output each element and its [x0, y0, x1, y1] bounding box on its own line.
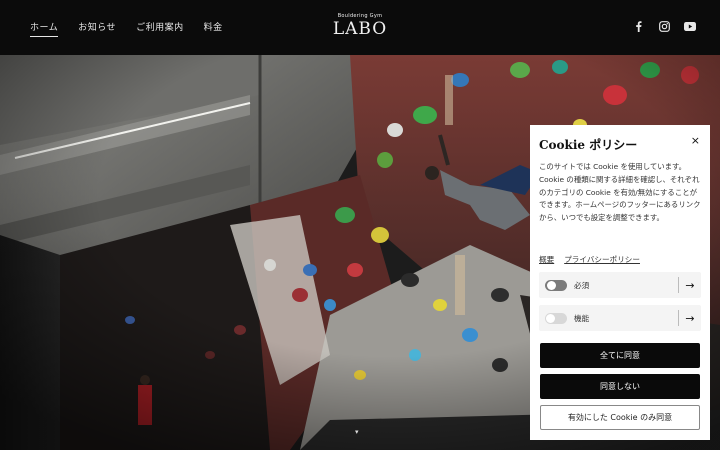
- reject-button[interactable]: 同意しない: [540, 374, 700, 399]
- youtube-icon[interactable]: [684, 20, 696, 32]
- accept-selected-button[interactable]: 有効にした Cookie のみ同意: [540, 405, 700, 430]
- social-links: [632, 20, 696, 32]
- cookie-category-required: 必須 →: [539, 272, 701, 298]
- site-logo[interactable]: Bouldering Gym LABO: [330, 13, 390, 38]
- nav-item-news[interactable]: お知らせ: [78, 20, 116, 37]
- required-toggle[interactable]: [545, 279, 567, 291]
- category-label: 機能: [574, 313, 590, 323]
- instagram-icon[interactable]: [658, 20, 670, 32]
- facebook-icon[interactable]: [632, 20, 644, 32]
- cookie-description: このサイトでは Cookie を使用しています。Cookie の種類に関する詳細…: [539, 162, 701, 223]
- cookie-category-functional: 機能 →: [539, 305, 701, 331]
- toggle-knob: [546, 313, 555, 323]
- privacy-policy-link[interactable]: プライバシーポリシー: [564, 254, 640, 265]
- nav-item-home[interactable]: ホーム: [30, 20, 59, 37]
- cookie-consent-panel: Cookie ポリシー × このサイトでは Cookie を使用しています。Co…: [530, 125, 710, 440]
- logo-title: LABO: [332, 19, 388, 39]
- site-header: ホーム お知らせ ご利用案内 料金 Bouldering Gym LABO: [0, 0, 720, 55]
- nav-item-guide[interactable]: ご利用案内: [136, 20, 184, 37]
- toggle-knob: [547, 280, 556, 290]
- functional-toggle[interactable]: [545, 312, 567, 324]
- category-label: 必須: [574, 280, 590, 290]
- arrow-right-icon[interactable]: →: [679, 312, 701, 325]
- scroll-down-icon[interactable]: ▾: [355, 428, 359, 436]
- arrow-right-icon[interactable]: →: [679, 279, 701, 292]
- cookie-links: 概要 プライバシーポリシー: [539, 254, 640, 265]
- cookie-panel-title: Cookie ポリシー: [539, 138, 638, 152]
- nav-item-pricing[interactable]: 料金: [204, 20, 223, 37]
- overview-link[interactable]: 概要: [539, 254, 554, 265]
- main-nav: ホーム お知らせ ご利用案内 料金: [30, 20, 223, 37]
- close-icon[interactable]: ×: [691, 135, 700, 146]
- accept-all-button[interactable]: 全てに同意: [540, 343, 700, 368]
